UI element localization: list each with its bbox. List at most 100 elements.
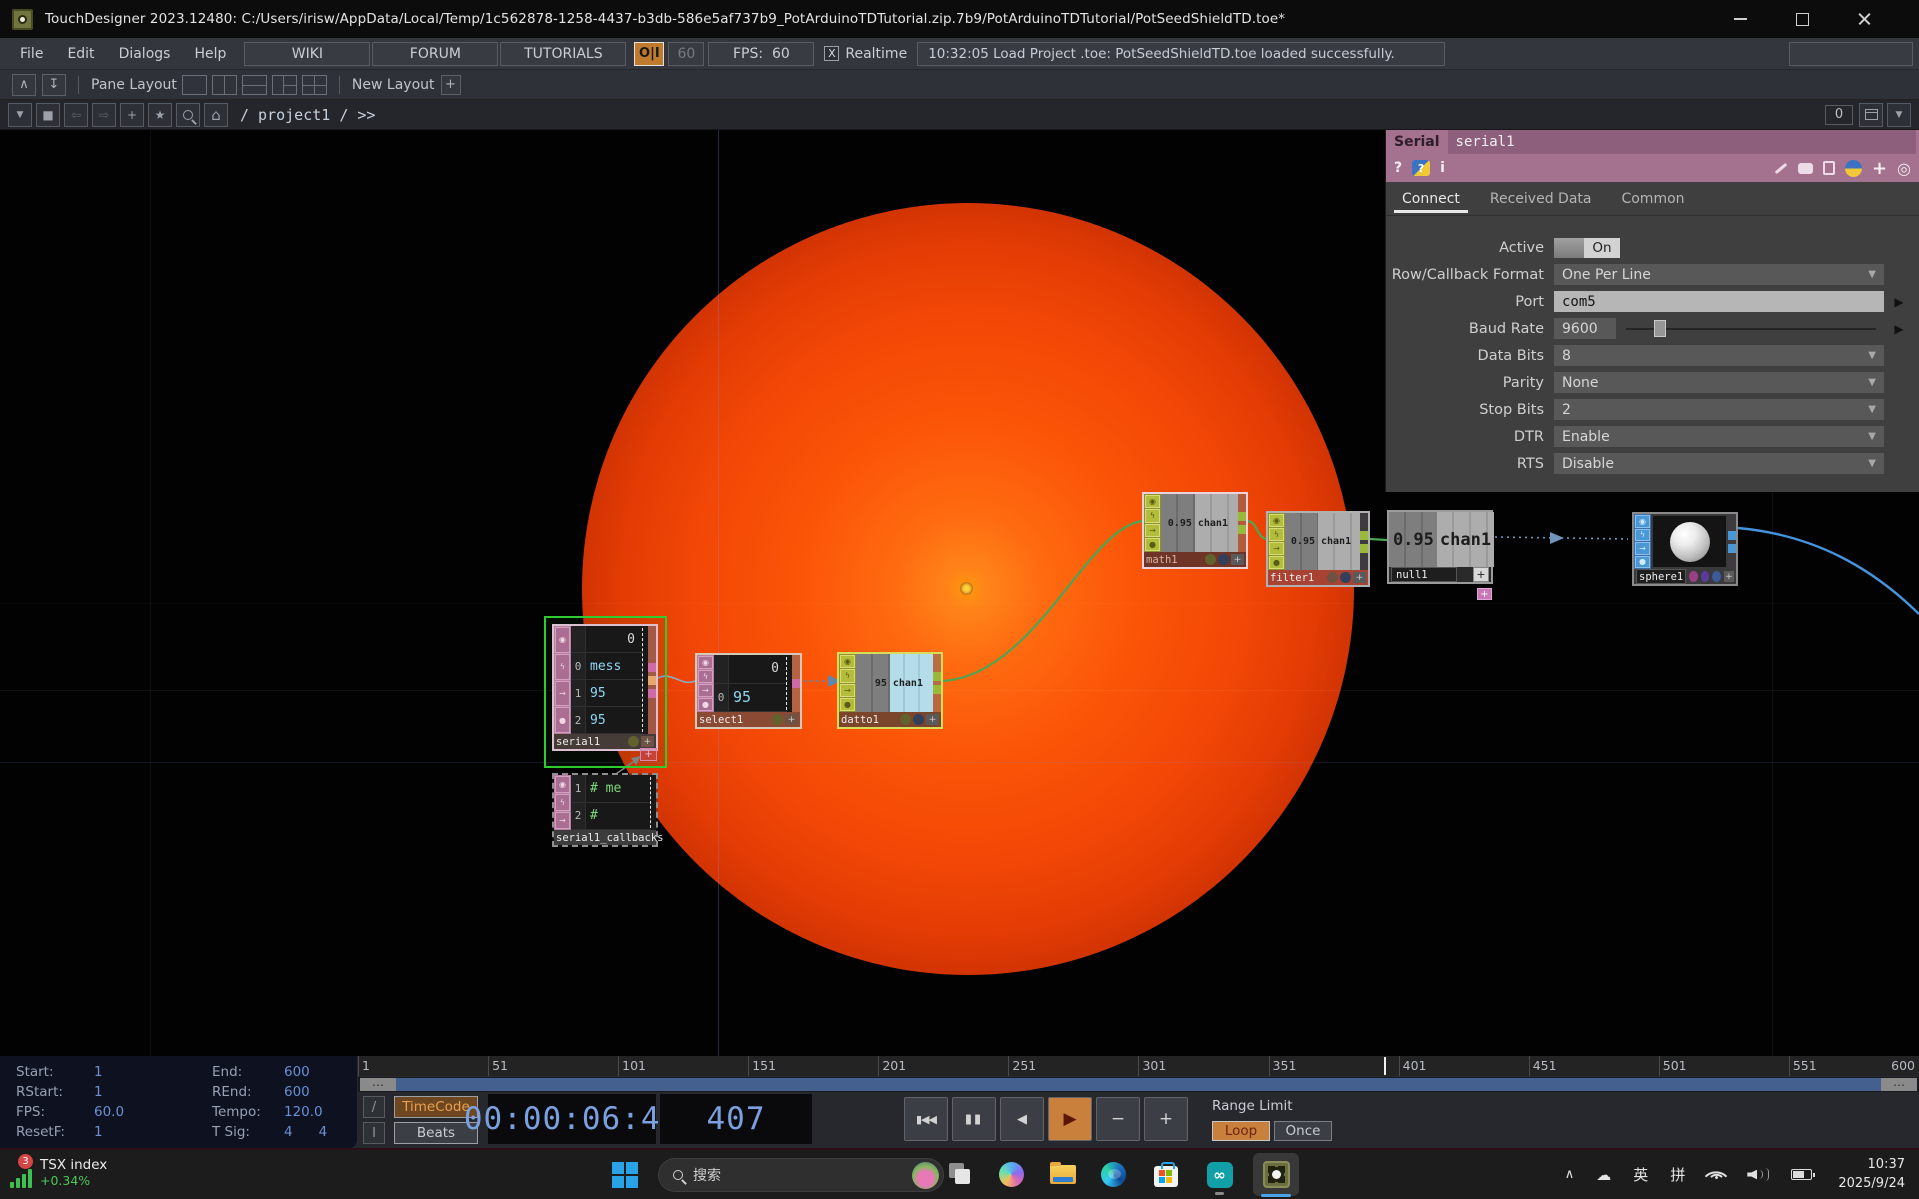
start-button[interactable] bbox=[612, 1162, 638, 1188]
breadcrumb[interactable]: / project1 / >> bbox=[240, 106, 375, 124]
wifi-icon[interactable] bbox=[1707, 1168, 1725, 1182]
color-dot-icon[interactable] bbox=[1712, 571, 1721, 582]
baud-menu-arrow-icon[interactable]: ▶ bbox=[1888, 318, 1910, 339]
lock-flag-icon[interactable] bbox=[1635, 556, 1650, 569]
bypass-flag-icon[interactable] bbox=[698, 670, 713, 683]
comment-add-icon[interactable] bbox=[785, 714, 798, 725]
bypass-flag-icon[interactable] bbox=[555, 794, 570, 811]
search-highlight-image[interactable] bbox=[912, 1162, 939, 1189]
output-ports[interactable] bbox=[648, 626, 656, 734]
home-icon[interactable] bbox=[204, 103, 228, 127]
node-sphere1[interactable]: sphere1 bbox=[1632, 512, 1738, 586]
onedrive-icon[interactable]: ☁ bbox=[1596, 1166, 1611, 1184]
node-datto1[interactable]: 95 chan1 datto1 bbox=[837, 652, 943, 729]
task-view-button[interactable] bbox=[947, 1161, 974, 1188]
clock[interactable]: 10:37 2025/9/24 bbox=[1838, 1156, 1905, 1194]
menu-dialogs[interactable]: Dialogs bbox=[119, 46, 171, 62]
node-select1[interactable]: 0 095 select1 bbox=[695, 653, 802, 729]
toggle-knob[interactable] bbox=[1554, 238, 1584, 258]
comment-add-icon[interactable] bbox=[641, 736, 654, 747]
menu-help[interactable]: Help bbox=[194, 46, 226, 62]
comment-icon[interactable] bbox=[1798, 163, 1813, 174]
battery-icon[interactable] bbox=[1791, 1169, 1812, 1180]
node-name-bar[interactable]: select1 bbox=[697, 712, 800, 727]
node-name-bar[interactable]: serial1_callbacks bbox=[554, 830, 656, 845]
collapse-icon[interactable] bbox=[12, 74, 36, 96]
comment-add-icon[interactable] bbox=[1231, 554, 1244, 565]
output-ports[interactable] bbox=[1238, 494, 1246, 552]
range-bar[interactable] bbox=[360, 1078, 1917, 1091]
export-flag-icon[interactable] bbox=[555, 681, 570, 707]
node-flags[interactable] bbox=[1634, 514, 1651, 569]
active-toggle[interactable]: On bbox=[1554, 238, 1620, 258]
increment-frame-button[interactable]: + bbox=[1144, 1097, 1188, 1141]
tray-expand-ic[interactable]: ∧ bbox=[1565, 1167, 1575, 1182]
node-filter1[interactable]: 0.95 chan1 filter1 bbox=[1266, 511, 1370, 587]
bookmark-icon[interactable] bbox=[148, 103, 172, 127]
help-icon[interactable]: ? bbox=[1394, 160, 1402, 176]
volume-icon[interactable] bbox=[1747, 1168, 1769, 1181]
io-badge[interactable]: O|I bbox=[634, 42, 664, 66]
export-flag-icon[interactable] bbox=[698, 684, 713, 697]
menu-file[interactable]: File bbox=[20, 46, 43, 62]
edit-icon[interactable] bbox=[1775, 162, 1788, 173]
bypass-flag-icon[interactable] bbox=[1635, 529, 1650, 542]
bypass-flag-icon[interactable] bbox=[555, 654, 570, 680]
rate-limit-value[interactable]: 60 bbox=[668, 42, 704, 66]
color-dot-icon[interactable] bbox=[1689, 571, 1698, 582]
add-layout-button[interactable]: + bbox=[441, 75, 461, 95]
viewer-flag-icon[interactable] bbox=[1145, 495, 1160, 508]
color-dot-icon[interactable] bbox=[913, 714, 924, 725]
play-button[interactable]: ▶ bbox=[1048, 1097, 1092, 1141]
pause-button[interactable]: ▮▮ bbox=[952, 1097, 996, 1141]
bypass-flag-icon[interactable] bbox=[1145, 509, 1160, 522]
viewer-flag-icon[interactable] bbox=[840, 655, 855, 668]
timeline-ruler[interactable]: 151 101151 201251 301351 401451 501551 6… bbox=[358, 1056, 1919, 1076]
node-name-bar[interactable]: null1 bbox=[1389, 567, 1491, 582]
collapse-pane-icon[interactable] bbox=[1887, 103, 1911, 127]
color-dot-icon[interactable] bbox=[628, 736, 639, 747]
dock-expand-icon[interactable] bbox=[640, 748, 657, 761]
timeline-range[interactable] bbox=[358, 1077, 1919, 1092]
comment-add-icon[interactable] bbox=[1473, 567, 1489, 582]
lock-flag-icon[interactable] bbox=[698, 698, 713, 711]
node-name-bar[interactable]: math1 bbox=[1144, 552, 1246, 567]
network-search-icon[interactable] bbox=[176, 103, 200, 127]
node-null1[interactable]: 0.95 chan1 null1 bbox=[1387, 510, 1493, 584]
pane-type-dropdown-icon[interactable] bbox=[8, 103, 32, 127]
copilot-button[interactable] bbox=[998, 1161, 1025, 1188]
timeline-settings[interactable]: Start:1End:600 RStart:1REnd:600 FPS:60.0… bbox=[0, 1056, 357, 1148]
once-button[interactable]: Once bbox=[1274, 1121, 1332, 1141]
color-dot-icon[interactable] bbox=[772, 714, 783, 725]
tab-connect[interactable]: Connect bbox=[1400, 185, 1462, 213]
frame-mode-button[interactable]: / bbox=[363, 1096, 385, 1118]
node-name-bar[interactable]: sphere1 bbox=[1634, 569, 1736, 584]
node-serial1[interactable]: 0 0mess 195 295 serial1 bbox=[552, 624, 658, 751]
node-flags[interactable] bbox=[697, 655, 714, 712]
node-flags[interactable] bbox=[839, 654, 856, 712]
output-ports[interactable] bbox=[1728, 514, 1736, 569]
tab-received-data[interactable]: Received Data bbox=[1488, 185, 1594, 213]
export-flag-icon[interactable] bbox=[1145, 524, 1160, 537]
python-icon[interactable] bbox=[1845, 160, 1862, 177]
language-indicator[interactable]: 英 bbox=[1633, 1164, 1648, 1185]
color-dot-icon[interactable] bbox=[1340, 572, 1351, 583]
dtr-dropdown[interactable]: Enable bbox=[1554, 426, 1884, 447]
python-help-icon[interactable]: ? bbox=[1412, 160, 1430, 176]
layout-mixed-icon[interactable] bbox=[272, 75, 297, 95]
node-serial1-callbacks[interactable]: 1# me 2# serial1_callbacks bbox=[552, 773, 658, 847]
export-flag-icon[interactable] bbox=[1635, 542, 1650, 555]
parity-dropdown[interactable]: None bbox=[1554, 372, 1884, 393]
search-box[interactable]: 搜索 bbox=[658, 1158, 944, 1192]
viewer-flag-icon[interactable] bbox=[555, 627, 570, 653]
network-editor[interactable]: 0 0mess 195 295 serial1 bbox=[0, 130, 1919, 1056]
realtime-checkbox[interactable]: X bbox=[824, 46, 839, 61]
lock-flag-icon[interactable] bbox=[555, 707, 570, 733]
viewer-flag-icon[interactable] bbox=[555, 776, 570, 793]
node-math1[interactable]: 0.95 chan1 math1 bbox=[1142, 492, 1248, 569]
edge-button[interactable] bbox=[1100, 1161, 1127, 1188]
touchdesigner-button-icon[interactable] bbox=[1263, 1161, 1290, 1188]
node-name-bar[interactable]: filter1 bbox=[1268, 570, 1368, 585]
jump-to-start-button[interactable]: ▮◀◀ bbox=[904, 1097, 948, 1141]
stop-icon[interactable] bbox=[36, 103, 60, 127]
